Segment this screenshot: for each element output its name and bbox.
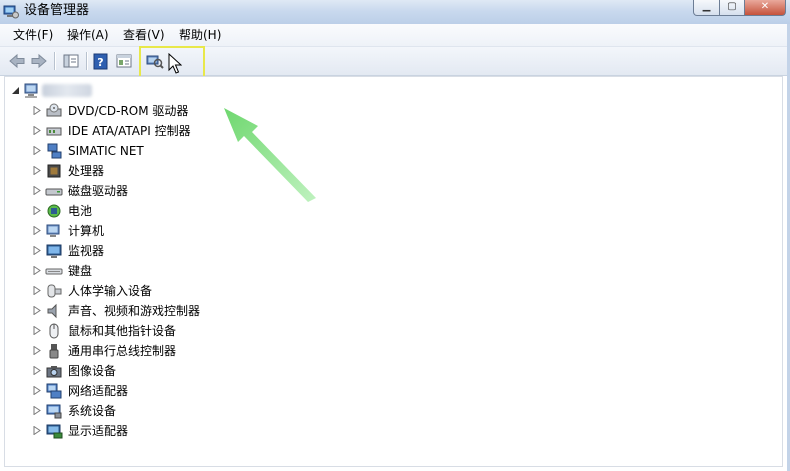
show-hide-console-tree-icon[interactable] bbox=[62, 52, 80, 70]
expand-triangle-icon[interactable] bbox=[33, 266, 41, 275]
close-button[interactable]: ✕ bbox=[745, 0, 786, 16]
maximize-button[interactable]: ▢ bbox=[720, 0, 745, 16]
expand-triangle-icon[interactable] bbox=[33, 106, 41, 115]
expand-triangle-icon[interactable] bbox=[33, 386, 41, 395]
expand-triangle-icon[interactable] bbox=[33, 186, 41, 195]
back-arrow-icon[interactable] bbox=[8, 52, 26, 70]
device-manager-icon bbox=[3, 5, 19, 19]
computer-icon bbox=[46, 224, 60, 237]
menu-file[interactable]: 文件(F) bbox=[11, 28, 55, 42]
collapse-triangle-icon[interactable] bbox=[11, 86, 20, 95]
tree-item-label: 磁盘驱动器 bbox=[68, 184, 129, 198]
expand-triangle-icon[interactable] bbox=[33, 286, 41, 295]
window-title: 设备管理器 bbox=[24, 3, 90, 18]
camera-icon bbox=[46, 366, 62, 378]
hid-icon bbox=[47, 284, 62, 298]
computer-name-redacted bbox=[42, 84, 92, 97]
tree-item-label: 计算机 bbox=[68, 224, 105, 238]
processor-icon bbox=[47, 164, 61, 178]
tree-item-label: 显示适配器 bbox=[68, 424, 129, 438]
menu-help[interactable]: 帮助(H) bbox=[177, 28, 223, 42]
toolbar-separator bbox=[54, 52, 55, 70]
disk-drive-icon bbox=[45, 188, 63, 196]
mouse-icon bbox=[49, 323, 59, 339]
toolbar-separator bbox=[86, 52, 87, 70]
expand-triangle-icon[interactable] bbox=[33, 406, 41, 415]
expand-triangle-icon[interactable] bbox=[33, 126, 41, 135]
expand-triangle-icon[interactable] bbox=[33, 206, 41, 215]
minimize-button[interactable]: ▁ bbox=[693, 0, 720, 16]
usb-icon bbox=[49, 344, 59, 359]
tree-item-label: 处理器 bbox=[68, 164, 105, 178]
expand-triangle-icon[interactable] bbox=[33, 326, 41, 335]
tree-item-label: 网络适配器 bbox=[68, 384, 129, 398]
menu-action[interactable]: 操作(A) bbox=[65, 28, 111, 42]
display-adapter-icon bbox=[46, 424, 63, 439]
monitor-icon bbox=[46, 244, 62, 258]
device-tree: DVD/CD-ROM 驱动器 IDE ATA/ATAPI 控制器 SIMATIC N… bbox=[4, 76, 783, 467]
expand-triangle-icon[interactable] bbox=[33, 366, 41, 375]
battery-icon bbox=[47, 204, 61, 218]
properties-icon[interactable] bbox=[115, 52, 133, 70]
expand-triangle-icon[interactable] bbox=[33, 226, 41, 235]
network-adapter-icon bbox=[46, 383, 62, 399]
help-icon[interactable]: ? bbox=[92, 52, 110, 70]
computer-icon bbox=[24, 83, 38, 98]
tree-item-label: DVD/CD-ROM 驱动器 bbox=[68, 104, 189, 118]
forward-arrow-icon[interactable] bbox=[30, 52, 48, 70]
tree-item-label: 通用串行总线控制器 bbox=[68, 344, 177, 358]
sound-icon bbox=[47, 303, 57, 319]
mouse-cursor-icon bbox=[168, 53, 182, 74]
tree-item-label: 声音、视频和游戏控制器 bbox=[68, 304, 201, 318]
tree-item-label: 鼠标和其他指针设备 bbox=[68, 324, 177, 338]
tree-item-label: IDE ATA/ATAPI 控制器 bbox=[68, 124, 191, 138]
system-device-icon bbox=[46, 404, 62, 419]
svg-text:?: ? bbox=[97, 56, 103, 69]
tree-item-label: 图像设备 bbox=[68, 364, 117, 378]
expand-triangle-icon[interactable] bbox=[33, 146, 41, 155]
tree-item-label: 键盘 bbox=[68, 264, 93, 278]
dvd-drive-icon bbox=[46, 103, 62, 117]
tree-item-label: 人体学输入设备 bbox=[68, 284, 153, 298]
network-icon bbox=[47, 143, 62, 159]
tree-item-label: SIMATIC NET bbox=[68, 144, 144, 158]
ide-controller-icon bbox=[46, 127, 62, 136]
expand-triangle-icon[interactable] bbox=[33, 306, 41, 315]
toolbar: ? bbox=[0, 47, 790, 76]
expand-triangle-icon[interactable] bbox=[33, 426, 41, 435]
tree-item-label: 监视器 bbox=[68, 244, 105, 258]
keyboard-icon bbox=[45, 268, 63, 275]
expand-triangle-icon[interactable] bbox=[33, 166, 41, 175]
menu-bar: 文件(F) 操作(A) 查看(V) 帮助(H) bbox=[0, 24, 790, 47]
annotation-arrow-icon bbox=[224, 108, 316, 202]
tree-item-label: 电池 bbox=[68, 204, 93, 218]
menu-view[interactable]: 查看(V) bbox=[121, 28, 167, 42]
expand-triangle-icon[interactable] bbox=[33, 246, 41, 255]
expand-triangle-icon[interactable] bbox=[33, 346, 41, 355]
tree-item-label: 系统设备 bbox=[68, 404, 117, 418]
title-bar: 设备管理器 ▁ ▢ ✕ bbox=[0, 0, 790, 24]
